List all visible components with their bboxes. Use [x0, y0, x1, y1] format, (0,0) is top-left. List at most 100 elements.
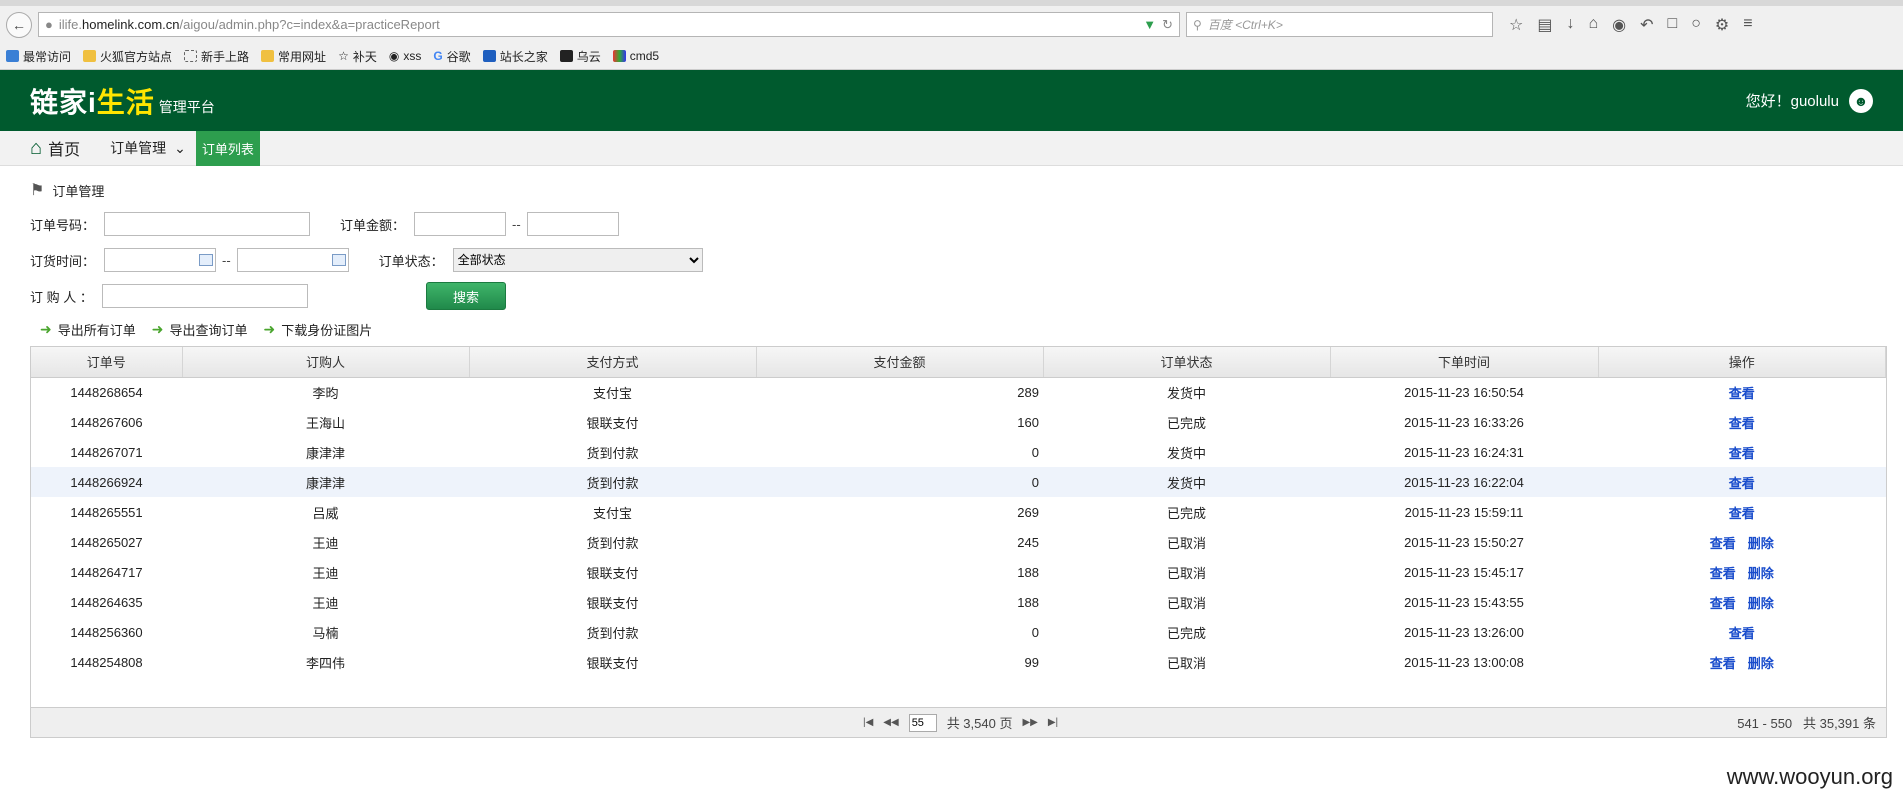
- time-cell: 2015-11-23 15:45:17: [1404, 564, 1524, 580]
- payment-cell: 货到付款: [586, 535, 639, 551]
- time-cell: 2015-11-23 15:59:11: [1404, 504, 1524, 520]
- col-amount[interactable]: 支付金额: [756, 347, 1044, 378]
- bookmark-item[interactable]: 乌云: [559, 48, 601, 65]
- menu-order-management[interactable]: 订单管理 ⌄: [110, 138, 186, 158]
- status-cell: 已取消: [1166, 535, 1206, 551]
- col-payment[interactable]: 支付方式: [469, 347, 757, 378]
- next-page-icon[interactable]: ▶▶: [1022, 717, 1037, 728]
- view-link[interactable]: 查看: [1710, 566, 1736, 581]
- user-avatar-icon[interactable]: ☻: [1849, 88, 1873, 113]
- chat-icon[interactable]: ◉: [1612, 15, 1626, 35]
- amount-min-input[interactable]: [414, 212, 506, 236]
- table-header-row: 订单号 订购人 支付方式 支付金额 订单状态 下单时间 操作: [31, 347, 1886, 378]
- bookmark-item[interactable]: 火狐官方站点: [83, 48, 172, 65]
- table-row[interactable]: 1448267606 王海山 银联支付 160 已完成 2015-11-23 16:33:…: [31, 407, 1886, 437]
- delete-link[interactable]: 删除: [1748, 596, 1774, 611]
- col-order-id[interactable]: 订单号: [31, 347, 183, 378]
- bookmark-item[interactable]: ◉ xss: [389, 49, 421, 63]
- undo-icon[interactable]: ↶: [1640, 15, 1653, 35]
- view-link[interactable]: 查看: [1729, 416, 1755, 431]
- status-cell: 已取消: [1166, 655, 1206, 671]
- calendar-icon[interactable]: [199, 254, 213, 266]
- bookmark-item[interactable]: 站长之家: [482, 48, 548, 65]
- menu-home[interactable]: ⌂ 首页: [30, 136, 80, 160]
- buyer-input[interactable]: [102, 284, 308, 308]
- table-row[interactable]: 1448268654 李昀 支付宝 289 发货中 2015-11-23 16:50:54…: [31, 377, 1886, 407]
- folder-icon: [83, 50, 97, 62]
- actions-cell: 查看: [1598, 467, 1886, 497]
- back-button[interactable]: ←: [6, 11, 32, 38]
- download-icon[interactable]: ↓: [1566, 15, 1574, 35]
- view-link[interactable]: 查看: [1710, 596, 1736, 611]
- pagination-bar: |◀ ◀◀ 共 3,540 页 ▶▶ ▶| 541 - 550 共 35,391…: [31, 707, 1886, 737]
- crop-icon[interactable]: □: [1668, 15, 1678, 35]
- download-id-photos-button[interactable]: ➜ 下载身份证图片: [264, 320, 373, 339]
- view-link[interactable]: 查看: [1729, 386, 1755, 401]
- bookmark-item[interactable]: G 谷歌: [433, 48, 470, 65]
- buyer-cell: 康津津: [305, 445, 345, 461]
- last-page-icon[interactable]: ▶|: [1048, 717, 1058, 728]
- watermark: www.wooyun.org: [1726, 764, 1893, 789]
- reading-list-icon[interactable]: ▤: [1537, 15, 1552, 35]
- view-link[interactable]: 查看: [1729, 626, 1755, 641]
- table-row[interactable]: 1448267071 康津津 货到付款 0 发货中 2015-11-23 16:24:31…: [31, 437, 1886, 467]
- time-cell: 2015-11-23 16:22:04: [1330, 467, 1598, 497]
- comment-icon[interactable]: ○: [1691, 15, 1701, 35]
- date-start-input[interactable]: [104, 248, 216, 272]
- buyer-cell: 李四伟: [305, 655, 345, 671]
- menu-order-list[interactable]: 订单列表: [195, 130, 260, 166]
- col-buyer[interactable]: 订购人: [182, 347, 470, 378]
- calendar-icon[interactable]: [331, 254, 346, 266]
- payment-cell: 货到付款: [586, 625, 639, 641]
- view-link[interactable]: 查看: [1729, 476, 1755, 491]
- table-row[interactable]: 1448264635 王迪 银联支付 188 已取消 2015-11-23 15:43:5…: [31, 587, 1886, 617]
- first-page-icon[interactable]: |◀: [863, 717, 873, 728]
- delete-link[interactable]: 删除: [1748, 536, 1774, 551]
- star-icon[interactable]: ☆: [1509, 15, 1523, 35]
- bookmark-item[interactable]: 常用网址: [261, 48, 326, 65]
- order-id-cell: 1448267071: [70, 444, 143, 460]
- url-bar[interactable]: ● ilife.homelink.com.cn/aigou/admin.php?…: [38, 12, 1180, 37]
- order-no-input[interactable]: [104, 212, 310, 236]
- status-select[interactable]: 全部状态: [452, 248, 703, 272]
- date-end-input[interactable]: [236, 248, 349, 272]
- export-query-button[interactable]: ➜ 导出查询订单: [152, 320, 248, 339]
- view-link[interactable]: 查看: [1729, 506, 1755, 521]
- table-row[interactable]: 1448254808 李四伟 银联支付 99 已取消 2015-11-23 13:00:0…: [31, 647, 1886, 677]
- view-link[interactable]: 查看: [1710, 536, 1736, 551]
- table-row[interactable]: 1448265551 吕威 支付宝 269 已完成 2015-11-23 15:59:11…: [31, 497, 1886, 527]
- table-row[interactable]: 1448266924 康津津 货到付款 0 发货中 2015-11-23 16:22:04…: [31, 467, 1886, 497]
- col-time[interactable]: 下单时间: [1330, 347, 1599, 378]
- arrow-right-icon: ➜: [263, 320, 276, 337]
- view-link[interactable]: 查看: [1729, 446, 1755, 461]
- menu-icon[interactable]: ≡: [1743, 15, 1752, 35]
- reload-icon[interactable]: ↻: [1162, 17, 1173, 33]
- table-row[interactable]: 1448265027 王迪 货到付款 245 已取消 2015-11-23 15:50:2…: [31, 527, 1886, 557]
- delete-link[interactable]: 删除: [1748, 656, 1774, 671]
- amount-max-input[interactable]: [526, 212, 619, 236]
- browser-search-input[interactable]: ⚲ 百度 <Ctrl+K>: [1186, 12, 1493, 37]
- prev-page-icon[interactable]: ◀◀: [883, 717, 898, 728]
- bookmark-item[interactable]: 最常访问: [6, 48, 71, 65]
- view-link[interactable]: 查看: [1710, 656, 1736, 671]
- bookmark-item[interactable]: 新手上路: [184, 48, 249, 65]
- extension-icon[interactable]: ⚙: [1715, 15, 1729, 35]
- buyer-cell: 李昀: [312, 385, 339, 401]
- bookmark-item[interactable]: cmd5: [612, 49, 659, 63]
- delete-link[interactable]: 删除: [1748, 566, 1774, 581]
- page-number-input[interactable]: [908, 713, 937, 732]
- buyer-cell: 吕威: [312, 505, 339, 521]
- home-icon[interactable]: ⌂: [1588, 15, 1598, 35]
- table-row[interactable]: 1448256360 马楠 货到付款 0 已完成 2015-11-23 13:26:00 查…: [31, 617, 1886, 647]
- payment-cell: 银联支付: [586, 655, 639, 671]
- search-button[interactable]: 搜索: [426, 282, 506, 310]
- amount-label: 订单金额：: [340, 217, 406, 233]
- bookmark-item[interactable]: ☆ 补天: [338, 48, 377, 65]
- time-cell: 2015-11-23 16:33:26: [1404, 414, 1524, 430]
- col-status[interactable]: 订单状态: [1043, 347, 1331, 378]
- amount-cell: 160: [1017, 414, 1039, 430]
- table-row[interactable]: 1448264717 王迪 银联支付 188 已取消 2015-11-23 15:45:1…: [31, 557, 1886, 587]
- export-all-button[interactable]: ➜ 导出所有订单: [40, 320, 136, 339]
- main-content: ⚑ 订单管理 订单号码： 订单金额： -- 订货时间： -- 订单状态： 全部状…: [0, 166, 1903, 738]
- amount-cell: 289: [1017, 384, 1039, 400]
